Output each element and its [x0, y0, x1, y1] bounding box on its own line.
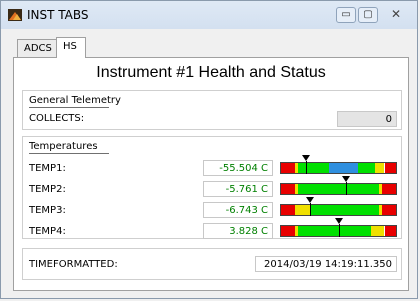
timeformatted-label: TIMEFORMATTED:	[29, 259, 118, 270]
limit-segment	[281, 205, 295, 215]
temp-label: TEMP1:	[29, 163, 66, 174]
limit-segment	[298, 163, 330, 173]
tab-adcs[interactable]: ADCS	[17, 39, 57, 57]
value-marker-line	[310, 203, 312, 216]
temp-value: -5.761 C	[203, 181, 273, 197]
temp-label: TEMP4:	[29, 226, 66, 237]
temp-value: -55.504 C	[203, 160, 273, 176]
page-title: Instrument #1 Health and Status	[96, 64, 326, 81]
maximize-button[interactable]: ▢	[358, 7, 378, 23]
limit-segment	[294, 205, 311, 215]
value-marker-line	[305, 161, 307, 174]
limit-segment	[281, 163, 295, 173]
value-marker-line	[338, 224, 340, 237]
time-group: TIMEFORMATTED: 2014/03/19 14:19:11.350	[22, 248, 402, 280]
value-marker-line	[345, 182, 347, 195]
limit-segment	[298, 184, 379, 194]
close-button[interactable]: ✕	[383, 7, 409, 23]
limit-segment	[281, 226, 295, 236]
tab-hs[interactable]: HS	[56, 37, 86, 58]
temperatures-group: Temperatures TEMP1: -55.504 C TEMP2: -5.761…	[22, 136, 402, 239]
limit-segment	[370, 226, 385, 236]
window-title: INST TABS	[27, 8, 89, 22]
limit-segment	[384, 163, 396, 173]
limit-segment	[310, 205, 379, 215]
limit-segment	[384, 226, 396, 236]
temp-limits-bar	[280, 162, 397, 174]
limit-segment	[298, 226, 371, 236]
temperatures-title: Temperatures	[29, 141, 98, 152]
timeformatted-value: 2014/03/19 14:19:11.350	[255, 256, 397, 272]
tab-pane-hs: Instrument #1 Health and Status General …	[13, 57, 409, 291]
general-telemetry-title: General Telemetry	[29, 95, 121, 106]
client-area: ADCS HS Instrument #1 Health and Status …	[7, 31, 411, 294]
minimize-button[interactable]: ▭	[336, 7, 356, 23]
limit-segment	[382, 184, 396, 194]
app-window: INST TABS ▭ ▢ ✕ ADCS HS Instrument #1 He…	[0, 0, 418, 299]
collects-value: 0	[337, 111, 397, 127]
limit-segment	[375, 163, 385, 173]
temp-value: 3.828 C	[203, 223, 273, 239]
group-divider	[29, 107, 109, 108]
temp-limits-bar	[280, 183, 397, 195]
temp-limits-bar	[280, 204, 397, 216]
title-bar[interactable]: INST TABS ▭ ▢ ✕	[1, 1, 417, 29]
temp-label: TEMP3:	[29, 205, 66, 216]
limit-segment	[281, 184, 295, 194]
limit-segment	[382, 205, 396, 215]
limit-segment	[329, 163, 359, 173]
collects-label: COLLECTS:	[29, 113, 85, 124]
group-divider	[29, 153, 109, 154]
general-telemetry-group: General Telemetry COLLECTS: 0	[22, 90, 402, 130]
temp-value: -6.743 C	[203, 202, 273, 218]
temp-label: TEMP2:	[29, 184, 66, 195]
app-icon	[8, 9, 22, 21]
limit-segment	[358, 163, 376, 173]
